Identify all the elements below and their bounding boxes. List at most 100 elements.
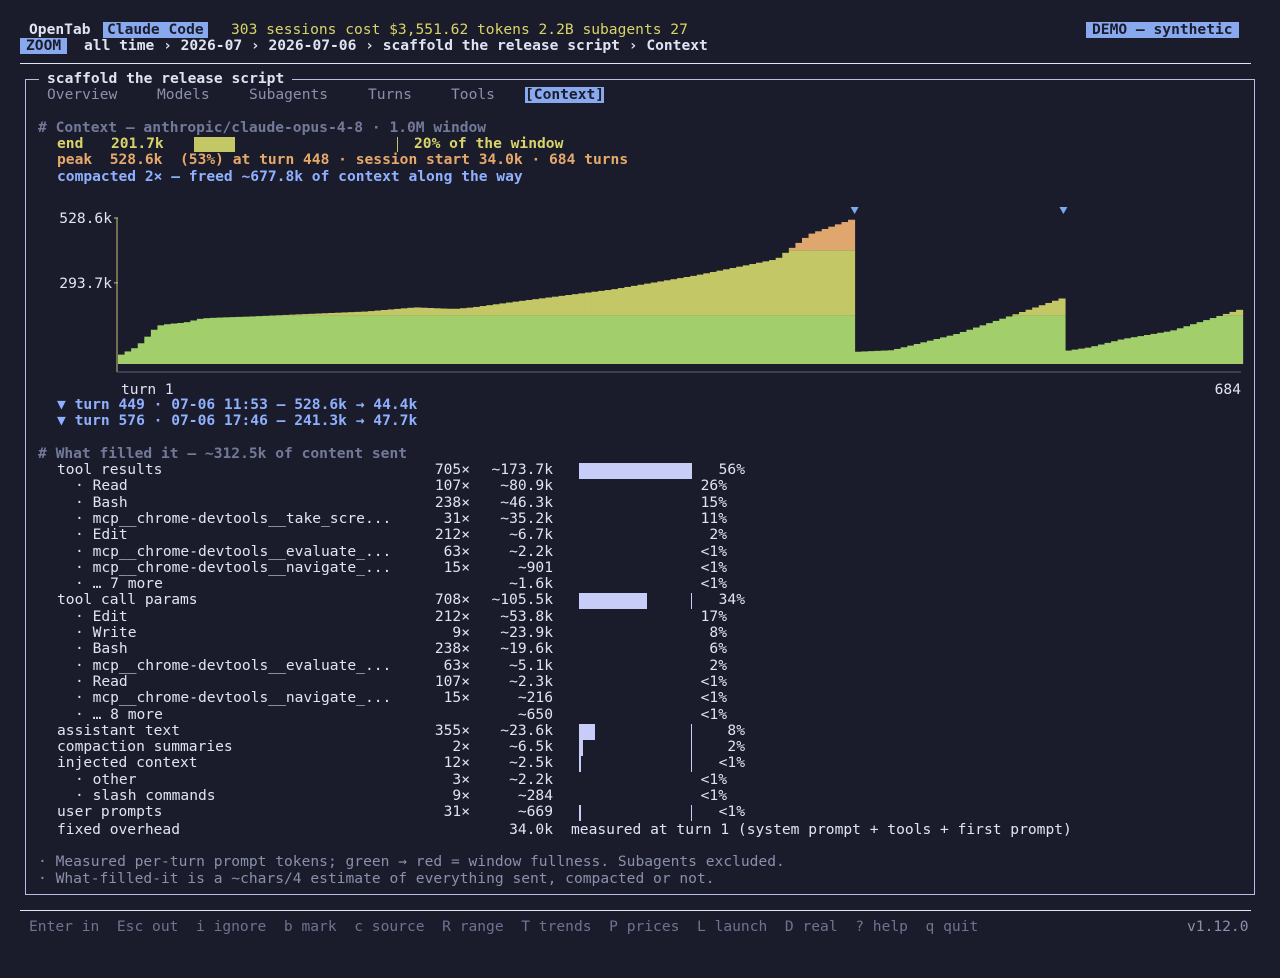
key-hint[interactable]: q quit — [926, 918, 979, 935]
chart-column — [1236, 315, 1243, 364]
chart-column — [907, 346, 914, 364]
chart-column — [828, 227, 835, 251]
chart-column — [1131, 337, 1138, 364]
chart-column — [151, 330, 158, 364]
key-hint[interactable]: Enter in — [29, 918, 99, 935]
chart-column — [605, 290, 612, 315]
chart-column — [861, 351, 868, 364]
chart-column — [434, 315, 441, 364]
chart-column — [572, 294, 579, 315]
version: v1.12.0 — [1187, 919, 1249, 935]
overhead-label: fixed overhead — [57, 822, 180, 838]
chart-column — [427, 315, 434, 364]
key-hint[interactable]: L launch — [697, 918, 767, 935]
key-hint[interactable]: Esc out — [117, 918, 179, 935]
chart-column — [473, 315, 480, 364]
chart-column — [638, 285, 645, 316]
chart-column — [611, 315, 618, 364]
chart-column — [914, 344, 921, 364]
chart-column — [296, 314, 303, 315]
context-chart: 528.6k293.7kturn 1684 — [0, 0, 1280, 400]
row-tokens: ~2.2k — [473, 772, 553, 788]
breakdown-category: tool call params — [57, 592, 198, 608]
row-percent: 2% — [685, 739, 745, 755]
chart-column — [394, 315, 401, 364]
chart-column — [263, 316, 270, 364]
key-hint[interactable]: b mark — [284, 918, 337, 935]
chart-column — [598, 315, 605, 364]
chart-column — [1078, 349, 1085, 364]
chart-column — [526, 300, 533, 315]
row-count: 212× — [410, 609, 470, 625]
chart-column — [822, 229, 829, 250]
chart-column — [368, 315, 375, 364]
key-hint-label: quit — [943, 918, 978, 935]
chart-column — [539, 315, 546, 364]
chart-column — [710, 272, 717, 315]
chart-column — [940, 337, 947, 364]
chart-column — [552, 297, 559, 316]
key-hint[interactable]: c source — [354, 918, 424, 935]
chart-column — [624, 287, 631, 315]
chart-column — [763, 315, 770, 364]
key-hint-label: range — [460, 918, 504, 935]
row-tokens: ~23.6k — [473, 723, 553, 739]
share-bar — [579, 724, 595, 740]
key-hint[interactable]: R range — [442, 918, 504, 935]
chart-column — [322, 315, 329, 364]
chart-column — [1052, 301, 1059, 316]
chart-column — [1058, 315, 1065, 364]
chart-column — [841, 222, 848, 250]
chart-column — [749, 315, 756, 364]
chart-column — [223, 317, 230, 364]
chart-column — [809, 250, 816, 315]
key-hint[interactable]: P prices — [609, 918, 679, 935]
key-hint[interactable]: D real — [785, 918, 838, 935]
note: · What-filled-it is a ~chars/4 estimate … — [38, 871, 715, 887]
key-hint-label: source — [372, 918, 425, 935]
share-bar — [579, 463, 691, 479]
chart-column — [552, 315, 559, 364]
row-percent: <1% — [667, 576, 727, 592]
chart-column — [953, 334, 960, 364]
key-hint-label: real — [802, 918, 837, 935]
chart-column — [651, 283, 658, 316]
chart-column — [822, 315, 829, 364]
chart-column — [388, 309, 395, 315]
chart-column — [1098, 345, 1105, 364]
chart-column — [1124, 338, 1131, 364]
compaction-event[interactable]: ▼ turn 576 · 07-06 17:46 — 241.3k → 47.7… — [57, 413, 417, 429]
breakdown-subitem: · other — [75, 772, 137, 788]
row-tokens: ~1.6k — [473, 576, 553, 592]
chart-column — [644, 284, 651, 316]
breakdown-subitem: · mcp__chrome-devtools__navigate_... — [75, 690, 391, 706]
breakdown-subitem: · Edit — [75, 527, 128, 543]
key-hint[interactable]: ? help — [855, 918, 908, 935]
chart-column — [177, 323, 184, 364]
chart-column — [782, 253, 789, 316]
key-hint-label: mark — [301, 918, 336, 935]
chart-column — [230, 317, 237, 364]
row-tokens: ~6.7k — [473, 527, 553, 543]
chart-column — [486, 315, 493, 364]
chart-column — [282, 315, 289, 364]
key-hint-key: i — [196, 918, 205, 935]
chart-column — [802, 315, 809, 364]
key-hint-label: launch — [715, 918, 768, 935]
breakdown-subitem: · … 8 more — [75, 707, 163, 723]
key-hint[interactable]: i ignore — [196, 918, 266, 935]
chart-column — [789, 248, 796, 250]
chart-column — [1026, 310, 1033, 316]
chart-column — [1177, 328, 1184, 364]
row-percent: <1% — [667, 544, 727, 560]
compaction-event[interactable]: ▼ turn 449 · 07-06 11:53 — 528.6k → 44.4… — [57, 397, 417, 413]
chart-column — [1105, 343, 1112, 364]
key-hint[interactable]: T trends — [521, 918, 591, 935]
chart-column — [460, 308, 467, 315]
compaction-marker — [851, 207, 859, 214]
chart-column — [1006, 316, 1013, 364]
row-tokens: ~5.1k — [473, 658, 553, 674]
row-percent: 26% — [667, 478, 727, 494]
key-hint-key: c — [354, 918, 363, 935]
chart-column — [730, 315, 737, 364]
